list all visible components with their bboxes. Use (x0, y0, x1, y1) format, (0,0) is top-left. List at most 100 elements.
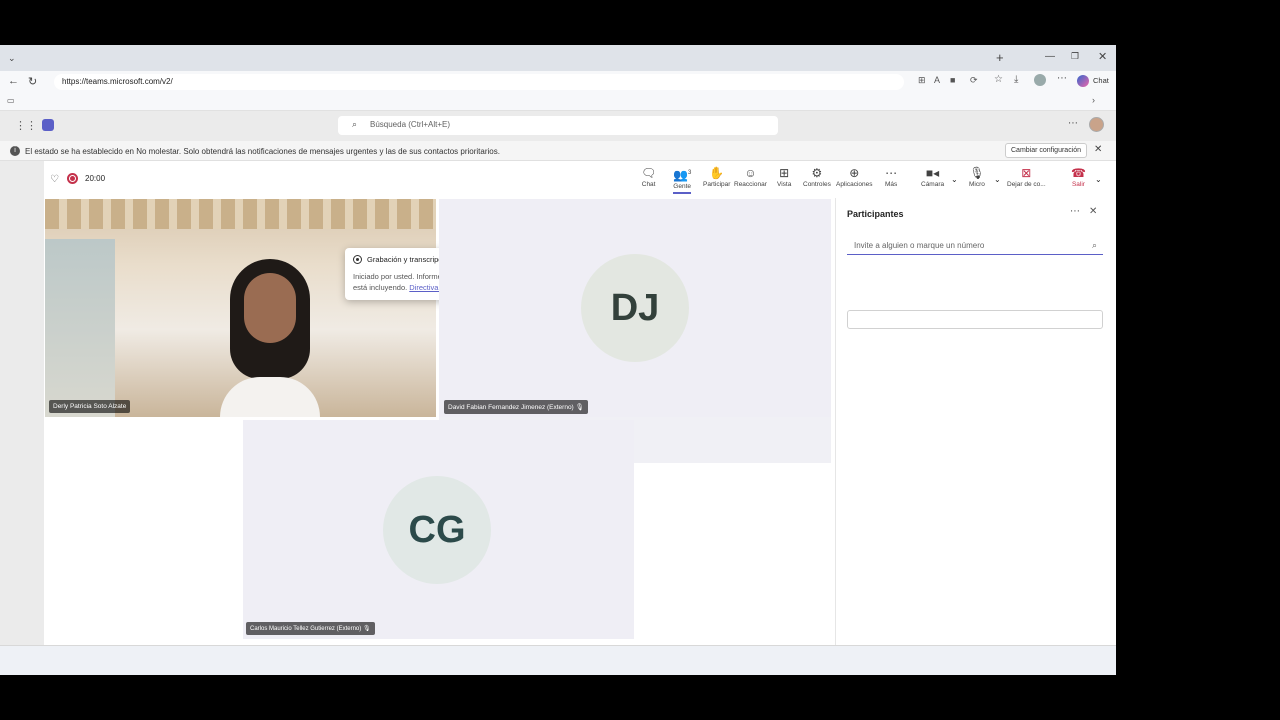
camera-options-chevron-icon[interactable]: ⌄ (951, 175, 958, 184)
mic-label: Micro (969, 181, 985, 188)
invite-input[interactable]: Invite a alguien o marque un número ⌕ (847, 238, 1103, 255)
camera-label: Cámara (921, 181, 945, 188)
search-placeholder: Búsqueda (Ctrl+Alt+E) (370, 120, 451, 129)
notification-bar: i El estado se ha establecido en No mole… (0, 141, 1116, 161)
bookmark-toggle-icon[interactable]: ▭ (7, 96, 15, 105)
tile-name-dj-text: David Fabian Fernandez Jimenez (Externo) (448, 404, 574, 411)
smile-icon: ☺ (744, 166, 757, 180)
favorites-icon[interactable]: ☆ (994, 74, 1003, 85)
close-panel-icon[interactable]: ✕ (1089, 206, 1097, 217)
apps-label: Aplicaciones (836, 181, 873, 188)
mic-muted-icon-cg: 🎙 (362, 626, 371, 632)
close-notification-icon[interactable]: ✕ (1094, 144, 1102, 155)
add-app-icon: ⊕ (849, 166, 860, 180)
user-avatar[interactable] (1089, 117, 1104, 132)
raise-hand-label: Participar (703, 181, 731, 188)
mic-muted-icon: 🎙 (575, 404, 584, 411)
notification-text: El estado se ha establecido en No molest… (25, 147, 500, 156)
tile-name-self: Derly Patricia Soto Alzate (49, 400, 131, 413)
back-icon[interactable]: ← (8, 75, 19, 87)
tile-name-cg: Carlos Mauricio Tellez Gutierrez (Extern… (246, 622, 375, 635)
more-button[interactable]: ⋯ Más (885, 166, 898, 189)
video-stage: Derly Patricia Soto Alzate Grabación y t… (44, 198, 834, 645)
apps-button[interactable]: ⊕ Aplicaciones (836, 166, 873, 189)
mic-button[interactable]: 🎙 Micro (969, 166, 985, 189)
grid-icon: ⊞ (779, 166, 790, 180)
tab-list-icon[interactable]: ⌄ (8, 53, 16, 64)
refresh-extension-icon[interactable]: ⟳ (970, 75, 978, 86)
camera-site-icon[interactable]: ■ (950, 75, 955, 85)
camera-icon: ■◂ (925, 166, 940, 180)
windows-taskbar (0, 645, 1116, 675)
stop-share-label: Dejar de co... (1007, 181, 1046, 188)
view-button[interactable]: ⊞ Vista (777, 166, 792, 189)
minimize-icon[interactable]: — (1045, 51, 1055, 62)
change-settings-button[interactable]: Cambiar configuración (1005, 143, 1088, 158)
controls-icon: ⚙ (811, 166, 823, 180)
close-window-icon[interactable]: ✕ (1098, 50, 1107, 63)
stop-share-icon: ⊠ (1021, 166, 1032, 180)
app-launcher-icon[interactable]: ⋮⋮ (15, 119, 37, 132)
react-button[interactable]: ☺ Reaccionar (734, 166, 767, 189)
browser-tab-bar: ⌄ + — ❐ ✕ (0, 45, 1116, 71)
window-decor (45, 239, 115, 417)
controls-button[interactable]: ⚙ Controles (803, 166, 831, 189)
record-icon (353, 255, 362, 264)
teams-logo-icon (42, 119, 54, 131)
react-label: Reaccionar (734, 181, 767, 188)
copilot-icon[interactable] (1077, 75, 1089, 87)
bookmarks-bar: ▭ › (0, 93, 1116, 111)
invite-placeholder: Invite a alguien o marque un número (854, 241, 985, 250)
panel-title: Participantes (847, 209, 904, 219)
meeting-toolbar: ♡ 20:00 🗨 Chat 👥3 Gente ✋ Participar ☺ Reacc… (44, 161, 1116, 198)
more-label: Más (885, 181, 898, 188)
chat-icon: 🗨 (641, 166, 657, 180)
video-tile-self[interactable]: Derly Patricia Soto Alzate (45, 199, 436, 417)
video-tile-dj[interactable]: DJ David Fabian Fernandez Jimenez (Exter… (439, 199, 831, 417)
avatar-cg: CG (383, 476, 491, 584)
ceiling-decor (45, 199, 436, 229)
people-count: 3 (687, 170, 692, 176)
people-button[interactable]: 👥3 Gente (673, 167, 692, 194)
bookmarks-more-icon[interactable]: › (1092, 95, 1095, 105)
person-silhouette (220, 259, 320, 417)
recording-icon (67, 173, 78, 184)
leave-button[interactable]: ☎ Salir (1071, 166, 1086, 189)
chat-button[interactable]: 🗨 Chat (641, 166, 657, 189)
dialpad-search-icon: ⌕ (1091, 240, 1097, 250)
more-menu-icon[interactable]: ⋯ (1057, 73, 1067, 84)
view-label: Vista (777, 181, 792, 188)
shield-icon: ♡ (50, 174, 59, 185)
new-tab-button[interactable]: + (996, 50, 1004, 65)
more-options-icon[interactable]: ⋯ (1068, 118, 1078, 129)
leave-options-chevron-icon[interactable]: ⌄ (1095, 175, 1102, 184)
avatar-dj: DJ (581, 254, 689, 362)
panel-more-icon[interactable]: ⋯ (1070, 206, 1080, 217)
mic-icon: 🎙 (969, 166, 985, 180)
mic-options-chevron-icon[interactable]: ⌄ (994, 175, 1001, 184)
profile-avatar[interactable] (1034, 74, 1046, 86)
apps-icon[interactable]: ⊞ (918, 75, 926, 86)
participants-panel: Participantes ⋯ ✕ Invite a alguien o mar… (835, 198, 1116, 645)
stop-sharing-button[interactable]: ⊠ Dejar de co... (1007, 166, 1046, 189)
hang-up-icon: ☎ (1071, 166, 1086, 180)
camera-button[interactable]: ■◂ Cámara (921, 166, 945, 189)
search-icon: ⌕ (352, 119, 358, 129)
ellipsis-icon: ⋯ (885, 166, 898, 180)
url-field[interactable]: https://teams.microsoft.com/v2/ (54, 74, 904, 90)
meeting-timer: 20:00 (85, 174, 106, 183)
chat-button-label: Chat (641, 181, 656, 188)
raise-hand-button[interactable]: ✋ Participar (703, 167, 731, 189)
restore-icon[interactable]: ❐ (1071, 51, 1079, 62)
downloads-icon[interactable]: ⤓ (1014, 74, 1018, 85)
read-aloud-icon[interactable]: A (934, 75, 940, 85)
reload-icon[interactable]: ↻ (28, 75, 37, 88)
people-button-label: Gente (673, 183, 691, 190)
search-box[interactable]: ⌕ Búsqueda (Ctrl+Alt+E) (338, 116, 778, 135)
share-invite-button-legacy (847, 310, 1103, 329)
video-tile-cg[interactable]: CG Carlos Mauricio Tellez Gutierrez (Ext… (243, 420, 634, 639)
tile-name-dj: David Fabian Fernandez Jimenez (Externo)… (444, 400, 588, 414)
chat-label[interactable]: Chat (1093, 76, 1109, 85)
info-icon: i (10, 146, 20, 156)
leave-label: Salir (1071, 181, 1085, 188)
